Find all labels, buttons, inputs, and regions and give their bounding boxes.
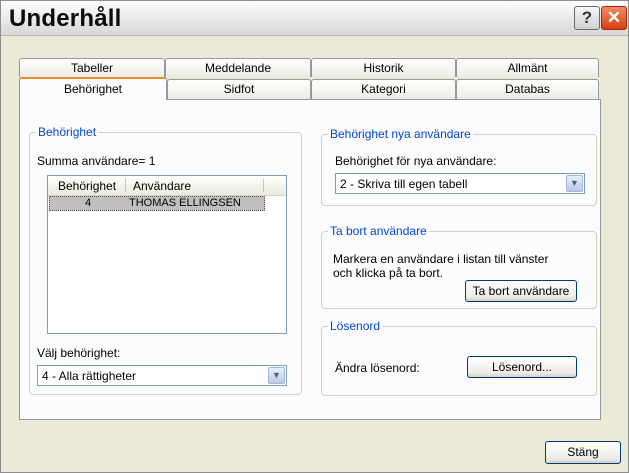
maintenance-dialog: Underhåll ? ✕ Tabeller Meddelande Histor… xyxy=(0,0,629,473)
close-window-button[interactable]: ✕ xyxy=(601,6,627,30)
row-permission: 4 xyxy=(85,197,92,209)
remove-user-legend: Ta bort användare xyxy=(328,224,429,238)
column-divider[interactable] xyxy=(125,179,126,192)
tab-meddelande[interactable]: Meddelande xyxy=(165,58,311,77)
new-users-legend: Behörighet nya användare xyxy=(328,127,473,141)
remove-user-button[interactable]: Ta bort användare xyxy=(465,280,577,302)
change-password-label: Ändra lösenord: xyxy=(335,361,420,375)
remove-user-description-line2: och klicka på ta bort. xyxy=(333,266,444,280)
tab-tabeller[interactable]: Tabeller xyxy=(19,58,165,77)
chevron-down-icon[interactable]: ▼ xyxy=(566,175,583,192)
close-button[interactable]: Stäng xyxy=(545,441,621,464)
column-divider[interactable] xyxy=(263,179,264,192)
new-users-permission-select[interactable]: 2 - Skriva till egen tabell ▼ xyxy=(335,173,585,194)
users-list-header: Behörighet Användare xyxy=(48,176,286,196)
row-user: THOMAS ELLINGSEN xyxy=(129,197,241,209)
tab-historik[interactable]: Historik xyxy=(311,58,456,77)
select-permission-label: Välj behörighet: xyxy=(37,346,121,360)
tab-allmant[interactable]: Allmänt xyxy=(456,58,599,77)
new-users-select-value: 2 - Skriva till egen tabell xyxy=(340,177,468,191)
permissions-legend: Behörighet xyxy=(36,125,99,139)
table-row[interactable]: 4 THOMAS ELLINGSEN xyxy=(49,196,265,211)
tab-behorighet[interactable]: Behörighet xyxy=(19,77,167,100)
permission-select-value: 4 - Alla rättigheter xyxy=(42,369,137,383)
password-button[interactable]: Lösenord... xyxy=(467,356,577,378)
remove-user-description-line1: Markera en användare i listan till vänst… xyxy=(333,252,549,266)
tab-sidfot[interactable]: Sidfot xyxy=(167,79,311,99)
window-title: Underhåll xyxy=(9,5,122,32)
column-header-user[interactable]: Användare xyxy=(133,179,191,193)
tab-databas[interactable]: Databas xyxy=(456,79,599,99)
title-bar[interactable]: Underhåll ? ✕ xyxy=(1,1,628,36)
help-button[interactable]: ? xyxy=(574,6,600,30)
users-list[interactable]: Behörighet Användare 4 THOMAS ELLINGSEN xyxy=(47,175,287,334)
chevron-down-icon[interactable]: ▼ xyxy=(268,367,285,384)
new-users-label: Behörighet för nya användare: xyxy=(335,154,497,168)
user-count-label: Summa användare= 1 xyxy=(37,154,156,168)
password-legend: Lösenord xyxy=(328,319,383,333)
column-header-permission[interactable]: Behörighet xyxy=(58,179,116,193)
new-users-group: Behörighet nya användare xyxy=(321,127,597,206)
permission-select[interactable]: 4 - Alla rättigheter ▼ xyxy=(37,365,287,386)
tab-kategori[interactable]: Kategori xyxy=(311,79,456,99)
